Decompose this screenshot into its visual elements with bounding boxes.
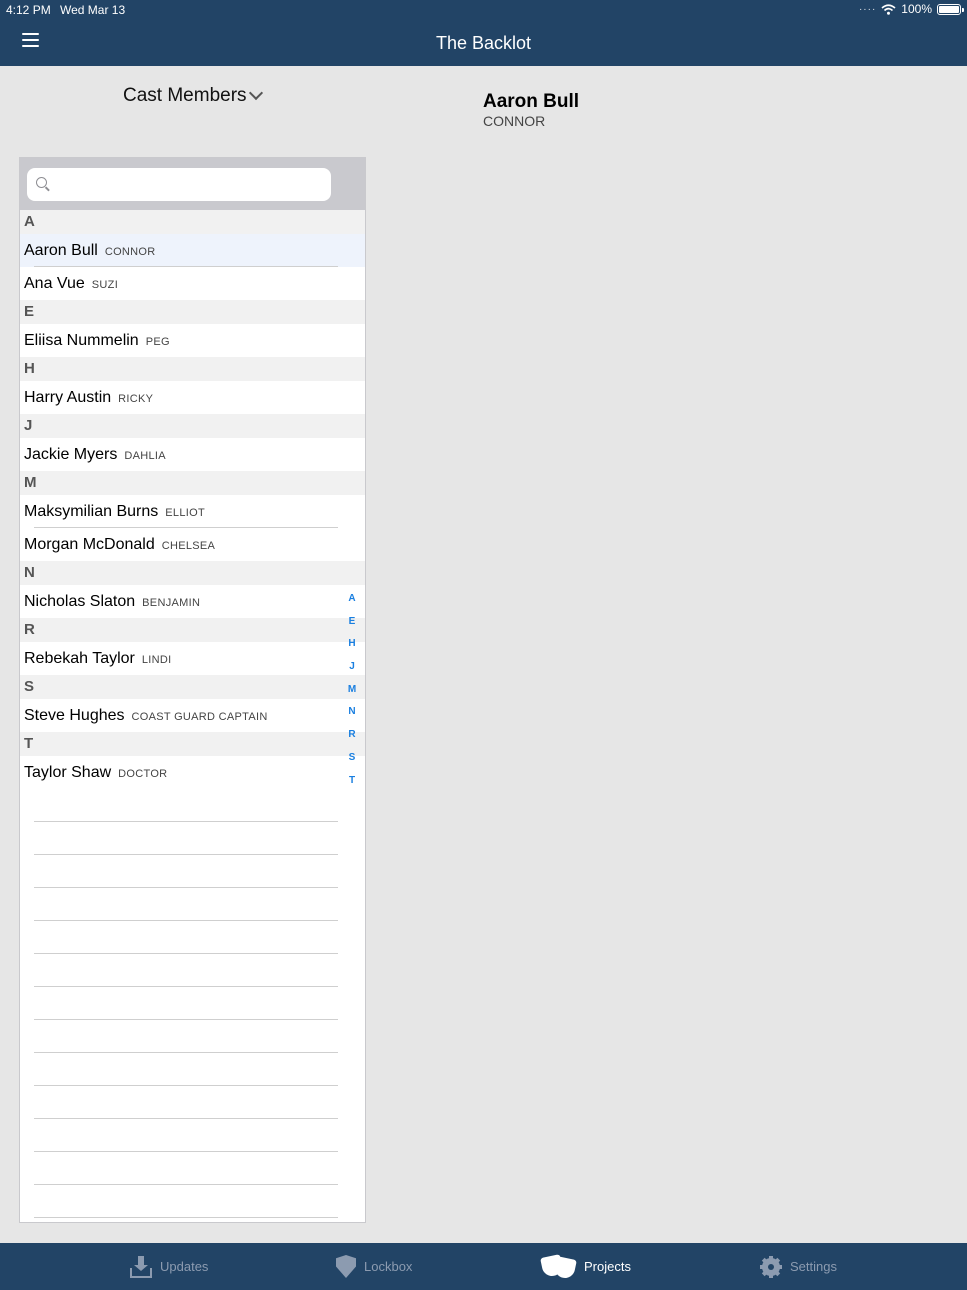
- tab-projects[interactable]: Projects: [540, 1243, 631, 1290]
- battery-icon: [937, 3, 964, 15]
- section-header: N: [20, 561, 365, 585]
- empty-row: [34, 921, 338, 954]
- cast-row[interactable]: Steve Hughes COAST GUARD CAPTAIN: [20, 699, 365, 732]
- cast-name: Jackie Myers: [24, 446, 118, 463]
- cast-name: Ana Vue: [24, 275, 85, 292]
- search-bar: [20, 158, 365, 210]
- index-letter-a[interactable]: A: [341, 588, 363, 611]
- search-input[interactable]: [27, 168, 331, 201]
- cast-row[interactable]: Morgan McDonald CHELSEA: [20, 528, 365, 561]
- section-header: S: [20, 675, 365, 699]
- battery-percent: 100%: [901, 2, 932, 16]
- cast-row[interactable]: Taylor Shaw DOCTOR: [20, 756, 365, 789]
- index-letter-s[interactable]: S: [341, 747, 363, 770]
- empty-row: [34, 1053, 338, 1086]
- cast-name: Steve Hughes: [24, 707, 125, 724]
- cast-name: Aaron Bull: [24, 242, 98, 259]
- dropdown-label: Cast Members: [123, 85, 247, 106]
- cast-role: BENJAMIN: [142, 597, 201, 609]
- detail-role: CONNOR: [483, 113, 546, 129]
- status-bar: 4:12 PM Wed Mar 13 ···· 100%: [0, 0, 967, 20]
- empty-row: [34, 954, 338, 987]
- cast-name: Maksymilian Burns: [24, 503, 159, 520]
- signal-icon: ····: [858, 3, 877, 15]
- index-letter-t[interactable]: T: [341, 770, 363, 793]
- status-indicators: ···· 100%: [858, 2, 964, 16]
- theater-masks-icon: [540, 1253, 577, 1280]
- cast-members-dropdown[interactable]: Cast Members: [123, 85, 263, 107]
- tab-bar: Updates Lockbox Projects Settings: [0, 1243, 967, 1290]
- cast-role: CONNOR: [104, 246, 156, 258]
- tab-lockbox[interactable]: Lockbox: [336, 1243, 412, 1290]
- empty-row: [34, 987, 338, 1020]
- cast-row[interactable]: Harry Austin RICKY: [20, 381, 365, 414]
- cast-role: RICKY: [118, 393, 154, 405]
- tab-label: Lockbox: [364, 1259, 413, 1274]
- empty-row: [34, 855, 338, 888]
- cast-row[interactable]: Ana Vue SUZI: [20, 267, 365, 300]
- cast-row[interactable]: Rebekah Taylor LINDI: [20, 642, 365, 675]
- cast-name: Morgan McDonald: [24, 536, 155, 553]
- cast-role: DAHLIA: [124, 450, 166, 462]
- updates-icon: [130, 1255, 152, 1278]
- cast-name: Harry Austin: [24, 389, 112, 406]
- cast-name: Rebekah Taylor: [24, 650, 135, 667]
- tab-label: Projects: [584, 1259, 631, 1274]
- cast-row[interactable]: Aaron Bull CONNOR: [20, 234, 365, 267]
- index-letter-r[interactable]: R: [341, 724, 363, 747]
- tab-settings[interactable]: Settings: [760, 1243, 837, 1290]
- chevron-down-icon: [248, 85, 263, 101]
- cast-role: SUZI: [91, 279, 119, 291]
- cast-row[interactable]: Jackie Myers DAHLIA: [20, 438, 365, 471]
- cast-name: Nicholas Slaton: [24, 593, 136, 610]
- section-index[interactable]: AEHJMNRST: [341, 588, 363, 792]
- empty-row: [34, 888, 338, 921]
- cast-role: PEG: [145, 336, 170, 348]
- empty-row: [34, 1152, 338, 1185]
- tab-label: Updates: [160, 1259, 209, 1274]
- cast-row[interactable]: Maksymilian Burns ELLIOT: [20, 495, 365, 528]
- battery-level: [939, 5, 959, 13]
- status-time: 4:12 PM: [6, 3, 51, 17]
- section-header: A: [20, 210, 365, 234]
- section-header: M: [20, 471, 365, 495]
- section-header: T: [20, 732, 365, 756]
- index-letter-n[interactable]: N: [341, 701, 363, 724]
- cast-row[interactable]: Nicholas Slaton BENJAMIN: [20, 585, 365, 618]
- index-letter-m[interactable]: M: [341, 679, 363, 702]
- cast-name: Eliisa Nummelin: [24, 332, 139, 349]
- cast-name: Taylor Shaw: [24, 764, 112, 781]
- gear-icon: [760, 1255, 782, 1278]
- cast-role: LINDI: [141, 654, 172, 666]
- cast-role: ELLIOT: [165, 507, 205, 519]
- tab-label: Settings: [790, 1259, 837, 1274]
- list-body: A Aaron Bull CONNOR Ana Vue SUZI E Eliisa Numm…: [20, 210, 365, 1218]
- section-header: H: [20, 357, 365, 381]
- empty-row: [34, 1119, 338, 1152]
- section-header: E: [20, 300, 365, 324]
- empty-row: [34, 1185, 338, 1218]
- empty-row: [34, 1086, 338, 1119]
- status-date: Wed Mar 13: [60, 3, 126, 17]
- navigation-bar: 4:12 PM Wed Mar 13 ···· 100% The Backlot: [0, 0, 967, 66]
- wifi-icon: [881, 3, 896, 15]
- section-header: J: [20, 414, 365, 438]
- cast-role: CHELSEA: [161, 540, 216, 552]
- empty-row: [34, 822, 338, 855]
- empty-row: [34, 1020, 338, 1053]
- index-letter-j[interactable]: J: [341, 656, 363, 679]
- search-icon: [36, 177, 47, 188]
- index-letter-e[interactable]: E: [341, 611, 363, 634]
- shield-icon: [336, 1255, 356, 1278]
- index-letter-h[interactable]: H: [341, 633, 363, 656]
- app-title: The Backlot: [435, 33, 532, 53]
- cast-role: DOCTOR: [118, 768, 168, 780]
- cast-list[interactable]: A Aaron Bull CONNOR Ana Vue SUZI E Eliisa Numm…: [19, 157, 366, 1223]
- cast-role: COAST GUARD CAPTAIN: [131, 711, 268, 723]
- tab-updates[interactable]: Updates: [130, 1243, 208, 1290]
- detail-name: Aaron Bull: [483, 91, 580, 112]
- cast-row[interactable]: Eliisa Nummelin PEG: [20, 324, 365, 357]
- empty-row: [34, 789, 338, 822]
- section-header: R: [20, 618, 365, 642]
